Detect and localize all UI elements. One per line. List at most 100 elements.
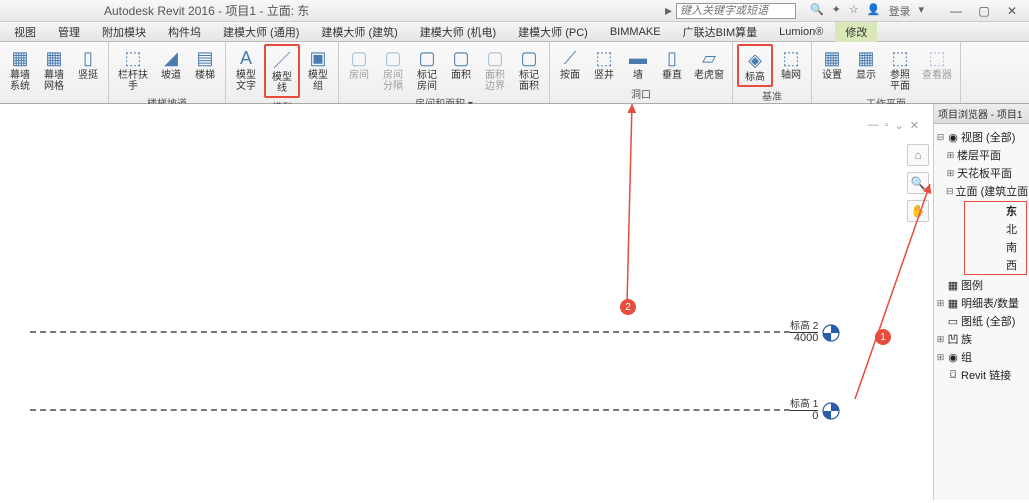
tree-node[interactable]: 南 xyxy=(965,238,1026,256)
ribbon-item[interactable]: ▢房间分隔 xyxy=(377,44,409,94)
ribbon-item[interactable]: ▢标记面积 xyxy=(513,44,545,94)
tree-node[interactable]: ⊞楼层平面 xyxy=(936,146,1027,164)
menu-tab[interactable]: 修改 xyxy=(835,22,877,42)
level-marker[interactable]: 标高 24000 xyxy=(790,321,840,344)
tree-node[interactable]: ⌼Revit 链接 xyxy=(936,366,1027,384)
dropdown-icon[interactable]: ▾ xyxy=(918,3,924,19)
tool-icon: ⬚ xyxy=(121,46,145,70)
ribbon-item[interactable]: ▬墙 xyxy=(622,44,654,85)
ribbon-item[interactable]: ⬚查看器 xyxy=(918,44,956,94)
ribbon-item[interactable]: ⬚栏杆扶手 xyxy=(113,44,153,94)
min-button[interactable]: — xyxy=(943,2,969,20)
tree-node[interactable]: 东 xyxy=(965,202,1026,220)
expand-icon[interactable]: ⊞ xyxy=(936,333,945,345)
ribbon-item[interactable]: ⬚参照平面 xyxy=(884,44,916,94)
nav-pan-icon[interactable]: ✋ xyxy=(907,200,929,222)
ribbon-item[interactable]: ⟋按面 xyxy=(554,44,586,85)
expand-icon[interactable]: ⊟ xyxy=(936,131,945,143)
tree-node[interactable]: ⊟立面 (建筑立面 xyxy=(936,182,1027,200)
expand-icon[interactable]: ⊞ xyxy=(936,297,945,309)
level-marker[interactable]: 标高 10 xyxy=(790,399,840,422)
menu-tab[interactable]: 管理 xyxy=(48,22,90,42)
search-icon[interactable]: 🔍 xyxy=(810,3,824,19)
menu-tab[interactable]: 广联达BIM算量 xyxy=(673,22,768,42)
menu-tab[interactable]: 建模大师 (通用) xyxy=(213,22,309,42)
expand-icon[interactable]: ⊞ xyxy=(936,351,945,363)
canvas-area[interactable]: — ▫ ⌄ ✕ ⌂ 🔍 ✋ 标高 24000标高 10 2 1 xyxy=(0,104,1029,500)
tree-node[interactable]: ⊞凹族 xyxy=(936,330,1027,348)
help-icon[interactable]: ✦ xyxy=(832,3,841,19)
tree-label: 天花板平面 xyxy=(957,165,1012,181)
expand-icon[interactable]: ⊞ xyxy=(946,149,955,161)
tool-icon: ▦ xyxy=(42,46,66,70)
tree-node[interactable]: 西 xyxy=(965,256,1026,274)
ribbon-item[interactable]: ⬚竖井 xyxy=(588,44,620,85)
star-icon[interactable]: ☆ xyxy=(849,3,859,19)
ribbon-item-label: 模型文字 xyxy=(236,70,256,92)
ribbon-item[interactable]: ▦显示 xyxy=(850,44,882,94)
menu-tab[interactable]: 建模大师 (PC) xyxy=(508,22,598,42)
ribbon-item[interactable]: ◈标高 xyxy=(737,44,773,87)
menu-tab[interactable]: 建模大师 (建筑) xyxy=(311,22,407,42)
panel-controls: — ▫ ⌄ ✕ xyxy=(868,119,919,132)
ribbon-item[interactable]: ▱老虎窗 xyxy=(690,44,728,85)
expand-icon[interactable]: ⊞ xyxy=(946,167,955,179)
expand-icon[interactable]: ⊟ xyxy=(946,185,954,197)
ribbon-item[interactable]: ／模型线 xyxy=(264,44,300,98)
menu-tab[interactable]: 附加模块 xyxy=(92,22,156,42)
tree-node[interactable]: ▦图例 xyxy=(936,276,1027,294)
tree-node[interactable]: ⊞◉组 xyxy=(936,348,1027,366)
level-symbol-icon xyxy=(822,402,840,420)
login-label[interactable]: 登录 xyxy=(888,3,910,19)
ribbon-item[interactable]: ▦幕墙网格 xyxy=(38,44,70,100)
ribbon-item[interactable]: ▢面积 xyxy=(445,44,477,94)
user-icon[interactable]: 👤 xyxy=(867,3,881,19)
level-line[interactable] xyxy=(30,331,790,333)
tree-node[interactable]: ▭图纸 (全部) xyxy=(936,312,1027,330)
tree-node[interactable]: ⊟◉视图 (全部) xyxy=(936,128,1027,146)
ribbon-item[interactable]: ▢标记房间 xyxy=(411,44,443,94)
app-title: Autodesk Revit 2016 - 项目1 - 立面: 东 xyxy=(4,2,309,19)
menu-tab[interactable]: 视图 xyxy=(4,22,46,42)
ribbon-item[interactable]: ⬚轴网 xyxy=(775,44,807,87)
tree-node[interactable]: ⊞▦明细表/数量 xyxy=(936,294,1027,312)
project-browser: 项目浏览器 - 项目1 ⊟◉视图 (全部)⊞楼层平面⊞天花板平面⊟立面 (建筑立… xyxy=(933,104,1029,500)
ribbon-item-label: 标高 xyxy=(745,72,765,83)
nav-zoom-icon[interactable]: 🔍 xyxy=(907,172,929,194)
restore-button[interactable]: ▢ xyxy=(971,2,997,20)
ribbon-group-label: 基准 xyxy=(737,87,807,103)
tree-node[interactable]: ⊞天花板平面 xyxy=(936,164,1027,182)
ribbon-item[interactable]: ▦设置 xyxy=(816,44,848,94)
level-text: 标高 24000 xyxy=(790,321,818,344)
tree-label: 组 xyxy=(961,349,972,365)
ribbon-item[interactable]: ◢坡道 xyxy=(155,44,187,94)
tree-label: 图例 xyxy=(961,277,983,293)
panel-restore-icon[interactable]: ▫ xyxy=(885,119,889,132)
view-controls: ⌂ 🔍 ✋ xyxy=(907,144,929,222)
browser-tree[interactable]: ⊟◉视图 (全部)⊞楼层平面⊞天花板平面⊟立面 (建筑立面东北南西▦图例⊞▦明细… xyxy=(934,124,1029,388)
tree-node[interactable]: 北 xyxy=(965,220,1026,238)
ribbon-item[interactable]: ▢房间 xyxy=(343,44,375,94)
menu-tab[interactable]: 构件坞 xyxy=(158,22,211,42)
menu-tab[interactable]: BIMMAKE xyxy=(600,24,671,40)
ribbon-item-label: 房间分隔 xyxy=(383,70,403,92)
nav-home-icon[interactable]: ⌂ xyxy=(907,144,929,166)
panel-drop-icon[interactable]: ⌄ xyxy=(895,119,904,132)
search-arrow-icon: ▸ xyxy=(665,2,672,19)
ribbon-item[interactable]: ▣模型组 xyxy=(302,44,334,98)
ribbon-item[interactable]: ▯竖挺 xyxy=(72,44,104,100)
ribbon-item[interactable]: ▦幕墙系统 xyxy=(4,44,36,100)
level-line[interactable] xyxy=(30,409,790,411)
search-input[interactable] xyxy=(676,3,796,19)
ribbon-item[interactable]: ▤楼梯 xyxy=(189,44,221,94)
ribbon-item[interactable]: ▯垂直 xyxy=(656,44,688,85)
ribbon-item[interactable]: ▢面积边界 xyxy=(479,44,511,94)
menu-tab[interactable]: 建模大师 (机电) xyxy=(410,22,506,42)
level-text: 标高 10 xyxy=(790,399,818,422)
panel-close-icon[interactable]: ✕ xyxy=(910,119,919,132)
menu-tab[interactable]: Lumion® xyxy=(769,24,833,40)
panel-min-icon[interactable]: — xyxy=(868,119,879,132)
ribbon-item[interactable]: A模型文字 xyxy=(230,44,262,98)
ribbon-group-label: 洞口 xyxy=(554,85,728,101)
close-button[interactable]: ✕ xyxy=(999,2,1025,20)
